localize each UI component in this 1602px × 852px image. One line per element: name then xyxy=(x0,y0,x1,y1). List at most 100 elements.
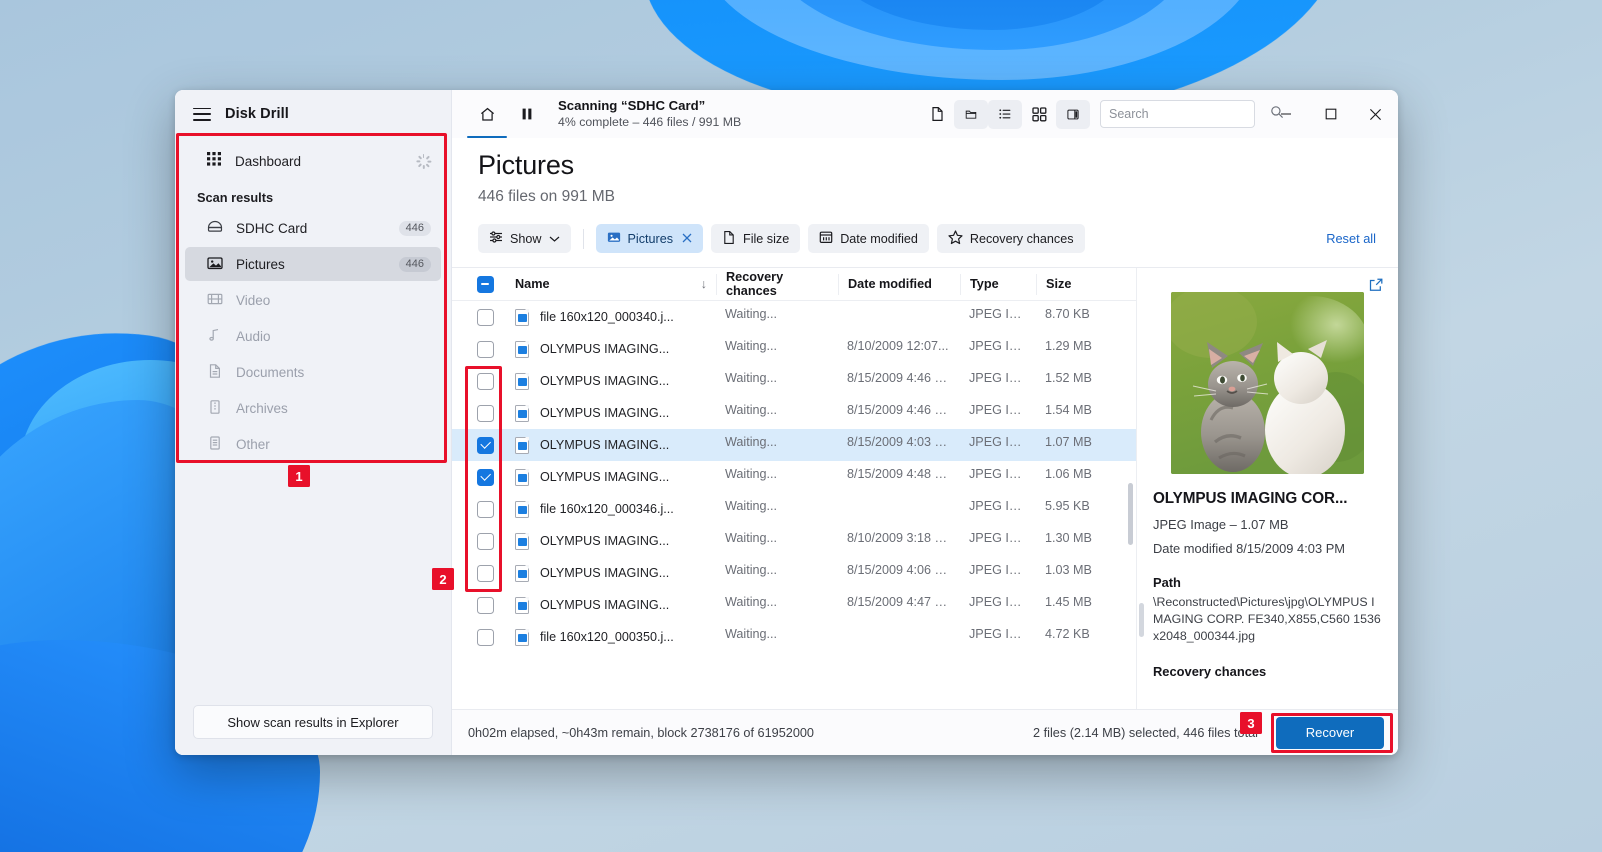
jpeg-file-icon xyxy=(515,404,529,422)
filter-chip-file-size[interactable]: File size xyxy=(711,224,801,253)
row-checkbox[interactable] xyxy=(476,436,494,454)
external-link-icon[interactable] xyxy=(1368,277,1384,298)
show-in-explorer-button[interactable]: Show scan results in Explorer xyxy=(193,705,433,739)
row-checkbox[interactable] xyxy=(476,404,494,422)
column-header-type[interactable]: Type xyxy=(960,273,1036,295)
archive-icon xyxy=(207,399,223,418)
table-row[interactable]: OLYMPUS IMAGING... Waiting... 8/10/2009 12… xyxy=(452,333,1136,365)
row-checkbox[interactable] xyxy=(476,596,494,614)
image-icon xyxy=(607,230,621,247)
list-view-icon[interactable] xyxy=(988,99,1022,129)
sidebar-item-sdhc-card[interactable]: SDHC Card 446 xyxy=(185,211,441,245)
row-size: 1.06 MB xyxy=(1045,466,1092,481)
row-checkbox[interactable] xyxy=(476,628,494,646)
split-pane-icon[interactable] xyxy=(1056,99,1090,129)
row-recovery-chances: Waiting... xyxy=(725,626,778,641)
column-label: Date modified xyxy=(848,277,932,291)
row-checkbox[interactable] xyxy=(476,564,494,582)
row-size: 1.07 MB xyxy=(1045,434,1092,449)
row-recovery-chances: Waiting... xyxy=(725,434,778,449)
table-scrollbar[interactable] xyxy=(1128,483,1133,545)
table-row[interactable]: OLYMPUS IMAGING... Waiting... 8/15/2009 4:… xyxy=(452,429,1136,461)
row-checkbox[interactable] xyxy=(476,468,494,486)
row-checkbox[interactable] xyxy=(476,532,494,550)
row-name-cell: OLYMPUS IMAGING... xyxy=(506,404,716,422)
close-icon[interactable] xyxy=(1353,90,1398,138)
row-checkbox-cell xyxy=(464,468,506,486)
search-input[interactable] xyxy=(1109,107,1270,121)
filter-chip-recovery-chances[interactable]: Recovery chances xyxy=(936,224,1085,253)
show-filter-button[interactable]: Show xyxy=(478,224,571,253)
row-checkbox-cell xyxy=(464,308,506,326)
column-header-size[interactable]: Size xyxy=(1036,273,1116,295)
column-header-name[interactable]: Name ↓ xyxy=(506,277,716,291)
sidebar-item-label: Video xyxy=(236,292,271,308)
remove-filter-icon[interactable] xyxy=(682,231,692,246)
sidebar-item-archives[interactable]: Archives xyxy=(185,391,441,425)
row-date-modified: 8/15/2009 4:46 PM xyxy=(847,402,954,417)
row-name-cell: OLYMPUS IMAGING... xyxy=(506,564,716,582)
row-date-modified: 8/15/2009 4:46 PM xyxy=(847,370,954,385)
recover-button[interactable]: Recover xyxy=(1276,716,1384,749)
row-recovery-chances: Waiting... xyxy=(725,530,778,545)
row-checkbox-cell xyxy=(464,628,506,646)
search-box[interactable] xyxy=(1100,100,1284,128)
sidebar-item-documents[interactable]: Documents xyxy=(185,355,441,389)
filter-chip-label: Pictures xyxy=(627,231,674,246)
table-row[interactable]: OLYMPUS IMAGING... Waiting... 8/15/2009 4:… xyxy=(452,397,1136,429)
pause-icon[interactable] xyxy=(510,98,544,130)
file-view-icon[interactable] xyxy=(920,98,954,130)
annotation-badge-2: 2 xyxy=(432,568,454,590)
table-row[interactable]: OLYMPUS IMAGING... Waiting... 8/15/2009 4:… xyxy=(452,589,1136,621)
row-size: 1.30 MB xyxy=(1045,530,1092,545)
row-recovery-chances: Waiting... xyxy=(725,402,778,417)
row-date-modified xyxy=(838,307,960,328)
sidebar-item-audio[interactable]: Audio xyxy=(185,319,441,353)
table-row[interactable]: OLYMPUS IMAGING... Waiting... 8/15/2009 4:… xyxy=(452,557,1136,589)
desktop-background: Disk Drill Dashboard Scan results SDHC C… xyxy=(0,0,1602,852)
row-type: JPEG Im... xyxy=(969,370,1030,385)
row-checkbox[interactable] xyxy=(476,500,494,518)
preview-scrollbar[interactable] xyxy=(1139,603,1144,637)
preview-date-modified: Date modified 8/15/2009 4:03 PM xyxy=(1153,541,1346,556)
select-all-checkbox[interactable] xyxy=(476,275,494,293)
minimize-icon[interactable] xyxy=(1263,90,1308,138)
film-icon xyxy=(207,291,223,310)
jpeg-file-icon xyxy=(515,500,529,518)
column-header-recovery-chances[interactable]: Recovery chances xyxy=(716,270,838,298)
row-date-modified xyxy=(838,499,960,520)
sidebar-header: Disk Drill xyxy=(175,90,451,138)
row-checkbox[interactable] xyxy=(476,372,494,390)
row-checkbox[interactable] xyxy=(476,340,494,358)
table-row[interactable]: OLYMPUS IMAGING... Waiting... 8/10/2009 3:… xyxy=(452,525,1136,557)
reset-all-link[interactable]: Reset all xyxy=(1326,231,1376,246)
sidebar-item-dashboard[interactable]: Dashboard xyxy=(185,144,441,178)
table-row[interactable]: OLYMPUS IMAGING... Waiting... 8/15/2009 4:… xyxy=(452,461,1136,493)
preview-panel: OLYMPUS IMAGING COR... JPEG Image – 1.07… xyxy=(1136,268,1398,709)
grid-view-icon[interactable] xyxy=(1022,98,1056,130)
table-row[interactable]: file 160x120_000346.j... Waiting... JPEG I… xyxy=(452,493,1136,525)
column-label: Type xyxy=(970,277,999,291)
row-checkbox[interactable] xyxy=(476,308,494,326)
row-date-modified: 8/15/2009 4:47 PM xyxy=(847,594,954,609)
folder-view-icon[interactable] xyxy=(954,99,988,129)
filter-chip-date-modified[interactable]: Date modified xyxy=(808,224,929,253)
page-subtitle: 446 files on 991 MB xyxy=(478,188,616,205)
maximize-icon[interactable] xyxy=(1308,90,1353,138)
table-row[interactable]: file 160x120_000350.j... Waiting... JPEG I… xyxy=(452,621,1136,653)
preview-path-heading: Path xyxy=(1153,575,1181,590)
home-icon[interactable] xyxy=(467,98,507,138)
table-row[interactable]: file 160x120_000340.j... Waiting... JPEG I… xyxy=(452,301,1136,333)
sidebar-item-pictures[interactable]: Pictures 446 xyxy=(185,247,441,281)
sidebar-item-count: 446 xyxy=(398,220,431,236)
sidebar-item-count: 446 xyxy=(398,256,431,272)
filter-chip-pictures[interactable]: Pictures xyxy=(595,224,704,253)
sidebar-item-video[interactable]: Video xyxy=(185,283,441,317)
row-type: JPEG Im... xyxy=(969,306,1030,321)
column-header-date-modified[interactable]: Date modified xyxy=(838,273,960,295)
hamburger-icon[interactable] xyxy=(193,107,211,121)
table-row[interactable]: OLYMPUS IMAGING... Waiting... 8/15/2009 4:… xyxy=(452,365,1136,397)
sidebar-item-other[interactable]: Other xyxy=(185,427,441,461)
row-name-cell: file 160x120_000340.j... xyxy=(506,308,716,326)
row-checkbox-cell xyxy=(464,596,506,614)
